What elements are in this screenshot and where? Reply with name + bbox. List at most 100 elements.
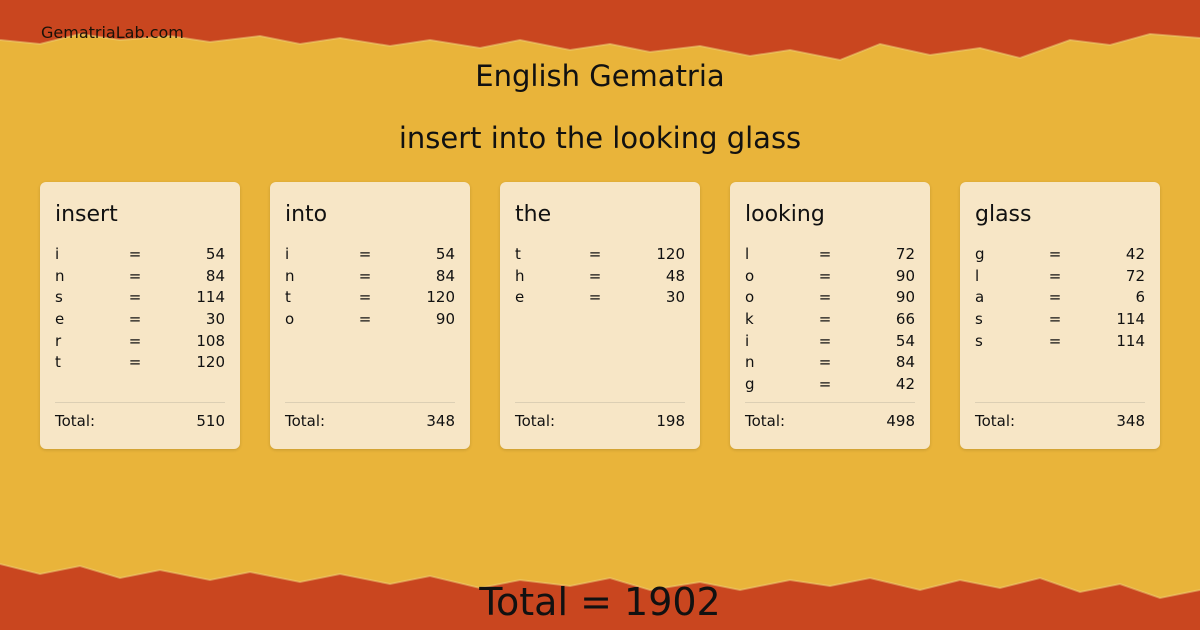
letter-row: s = 114 — [975, 331, 1145, 353]
letter-value: 120 — [196, 353, 225, 372]
word-total: Total: 348 — [285, 412, 455, 430]
letter-row: n = 84 — [745, 352, 915, 374]
letter-row: a = 6 — [975, 287, 1145, 309]
word-title: insert — [55, 202, 118, 227]
total-value: 198 — [656, 412, 685, 430]
letter: n — [745, 353, 755, 372]
letter-value: 72 — [1125, 266, 1145, 285]
word-title: into — [285, 202, 328, 227]
letter-row: h = 48 — [515, 266, 685, 288]
equals-sign: = — [588, 266, 602, 285]
letter-rows: i = 54 n = 84 s = 114 e = 30 r = 108 t = 120 — [55, 244, 225, 374]
equals-sign: = — [818, 310, 832, 329]
total-value: 348 — [1116, 412, 1145, 430]
word-card: glass g = 42 l = 72 a = 6 s = 114 s = 114 Total: 34… — [960, 182, 1160, 449]
letter-rows: l = 72 o = 90 o = 90 k = 66 i = 54 n = 84 g = 42 — [745, 244, 915, 396]
letter-row: s = 114 — [55, 287, 225, 309]
page-title: English Gematria — [475, 59, 725, 93]
letter-rows: g = 42 l = 72 a = 6 s = 114 s = 114 — [975, 244, 1145, 352]
letter-row: g = 42 — [975, 244, 1145, 266]
letter-row: s = 114 — [975, 309, 1145, 331]
letter-value: 120 — [656, 245, 685, 263]
letter: s — [975, 310, 983, 329]
letter: o — [745, 266, 755, 285]
equals-sign: = — [1048, 288, 1062, 307]
equals-sign: = — [588, 288, 602, 307]
word-total: Total: 498 — [745, 412, 915, 430]
letter-row: r = 108 — [55, 331, 225, 353]
letter-row: o = 90 — [745, 287, 915, 309]
letter-row: o = 90 — [745, 266, 915, 288]
letter: i — [745, 331, 750, 350]
letter-value: 54 — [205, 245, 225, 263]
letter-row: e = 30 — [55, 309, 225, 331]
letter-row: k = 66 — [745, 309, 915, 331]
equals-sign: = — [1048, 331, 1062, 350]
letter-row: l = 72 — [975, 266, 1145, 288]
equals-sign: = — [128, 331, 142, 350]
total-label: Total: — [55, 412, 96, 430]
letter-value: 48 — [665, 266, 685, 285]
letter-value: 66 — [895, 310, 915, 329]
card-divider — [745, 402, 915, 403]
letter: o — [745, 288, 755, 307]
letter-value: 90 — [435, 310, 455, 329]
word-total: Total: 348 — [975, 412, 1145, 430]
letter-value: 54 — [435, 245, 455, 263]
letter-row: t = 120 — [55, 352, 225, 374]
letter: g — [745, 375, 755, 394]
letter-value: 72 — [895, 245, 915, 263]
letter-value: 42 — [1125, 245, 1145, 263]
total-value: 510 — [196, 412, 225, 430]
equals-sign: = — [358, 310, 372, 329]
letter-value: 84 — [435, 266, 455, 285]
equals-sign: = — [1048, 310, 1062, 329]
letter-row: i = 54 — [745, 331, 915, 353]
equals-sign: = — [358, 245, 372, 263]
card-divider — [285, 402, 455, 403]
letter: i — [285, 245, 290, 263]
letter: l — [745, 245, 750, 263]
total-label: Total: — [745, 412, 786, 430]
letter: t — [515, 245, 521, 263]
word-title: the — [515, 202, 552, 227]
letter: o — [285, 310, 295, 329]
letter-row: i = 54 — [285, 244, 455, 266]
letter-value: 114 — [1116, 331, 1145, 350]
site-logo-text[interactable]: GematriaLab.com — [41, 23, 184, 42]
letter-value: 90 — [895, 288, 915, 307]
total-label: Total: — [285, 412, 326, 430]
word-total: Total: 198 — [515, 412, 685, 430]
letter: t — [55, 353, 61, 372]
letter-value: 54 — [895, 331, 915, 350]
letter-rows: i = 54 n = 84 t = 120 o = 90 — [285, 244, 455, 331]
equals-sign: = — [818, 331, 832, 350]
total-value: 498 — [886, 412, 915, 430]
total-value: 348 — [426, 412, 455, 430]
letter-value: 6 — [1135, 288, 1145, 307]
letter-value: 120 — [426, 288, 455, 307]
letter-value: 84 — [205, 266, 225, 285]
letter: s — [975, 331, 983, 350]
letter-row: e = 30 — [515, 287, 685, 309]
word-card: insert i = 54 n = 84 s = 114 e = 30 r = 108 t = 120 … — [40, 182, 240, 449]
equals-sign: = — [128, 266, 142, 285]
letter: l — [975, 266, 980, 285]
letter-value: 114 — [1116, 310, 1145, 329]
letter: i — [55, 245, 60, 263]
letter: g — [975, 245, 985, 263]
letter-value: 90 — [895, 266, 915, 285]
equals-sign: = — [818, 245, 832, 263]
letter: r — [55, 331, 62, 350]
total-label: Total: — [975, 412, 1016, 430]
equals-sign: = — [358, 288, 372, 307]
equals-sign: = — [358, 266, 372, 285]
card-divider — [515, 402, 685, 403]
equals-sign: = — [818, 266, 832, 285]
equals-sign: = — [588, 245, 602, 263]
letter: h — [515, 266, 525, 285]
equals-sign: = — [128, 310, 142, 329]
letter-row: l = 72 — [745, 244, 915, 266]
letter-value: 30 — [665, 288, 685, 307]
equals-sign: = — [818, 375, 832, 394]
